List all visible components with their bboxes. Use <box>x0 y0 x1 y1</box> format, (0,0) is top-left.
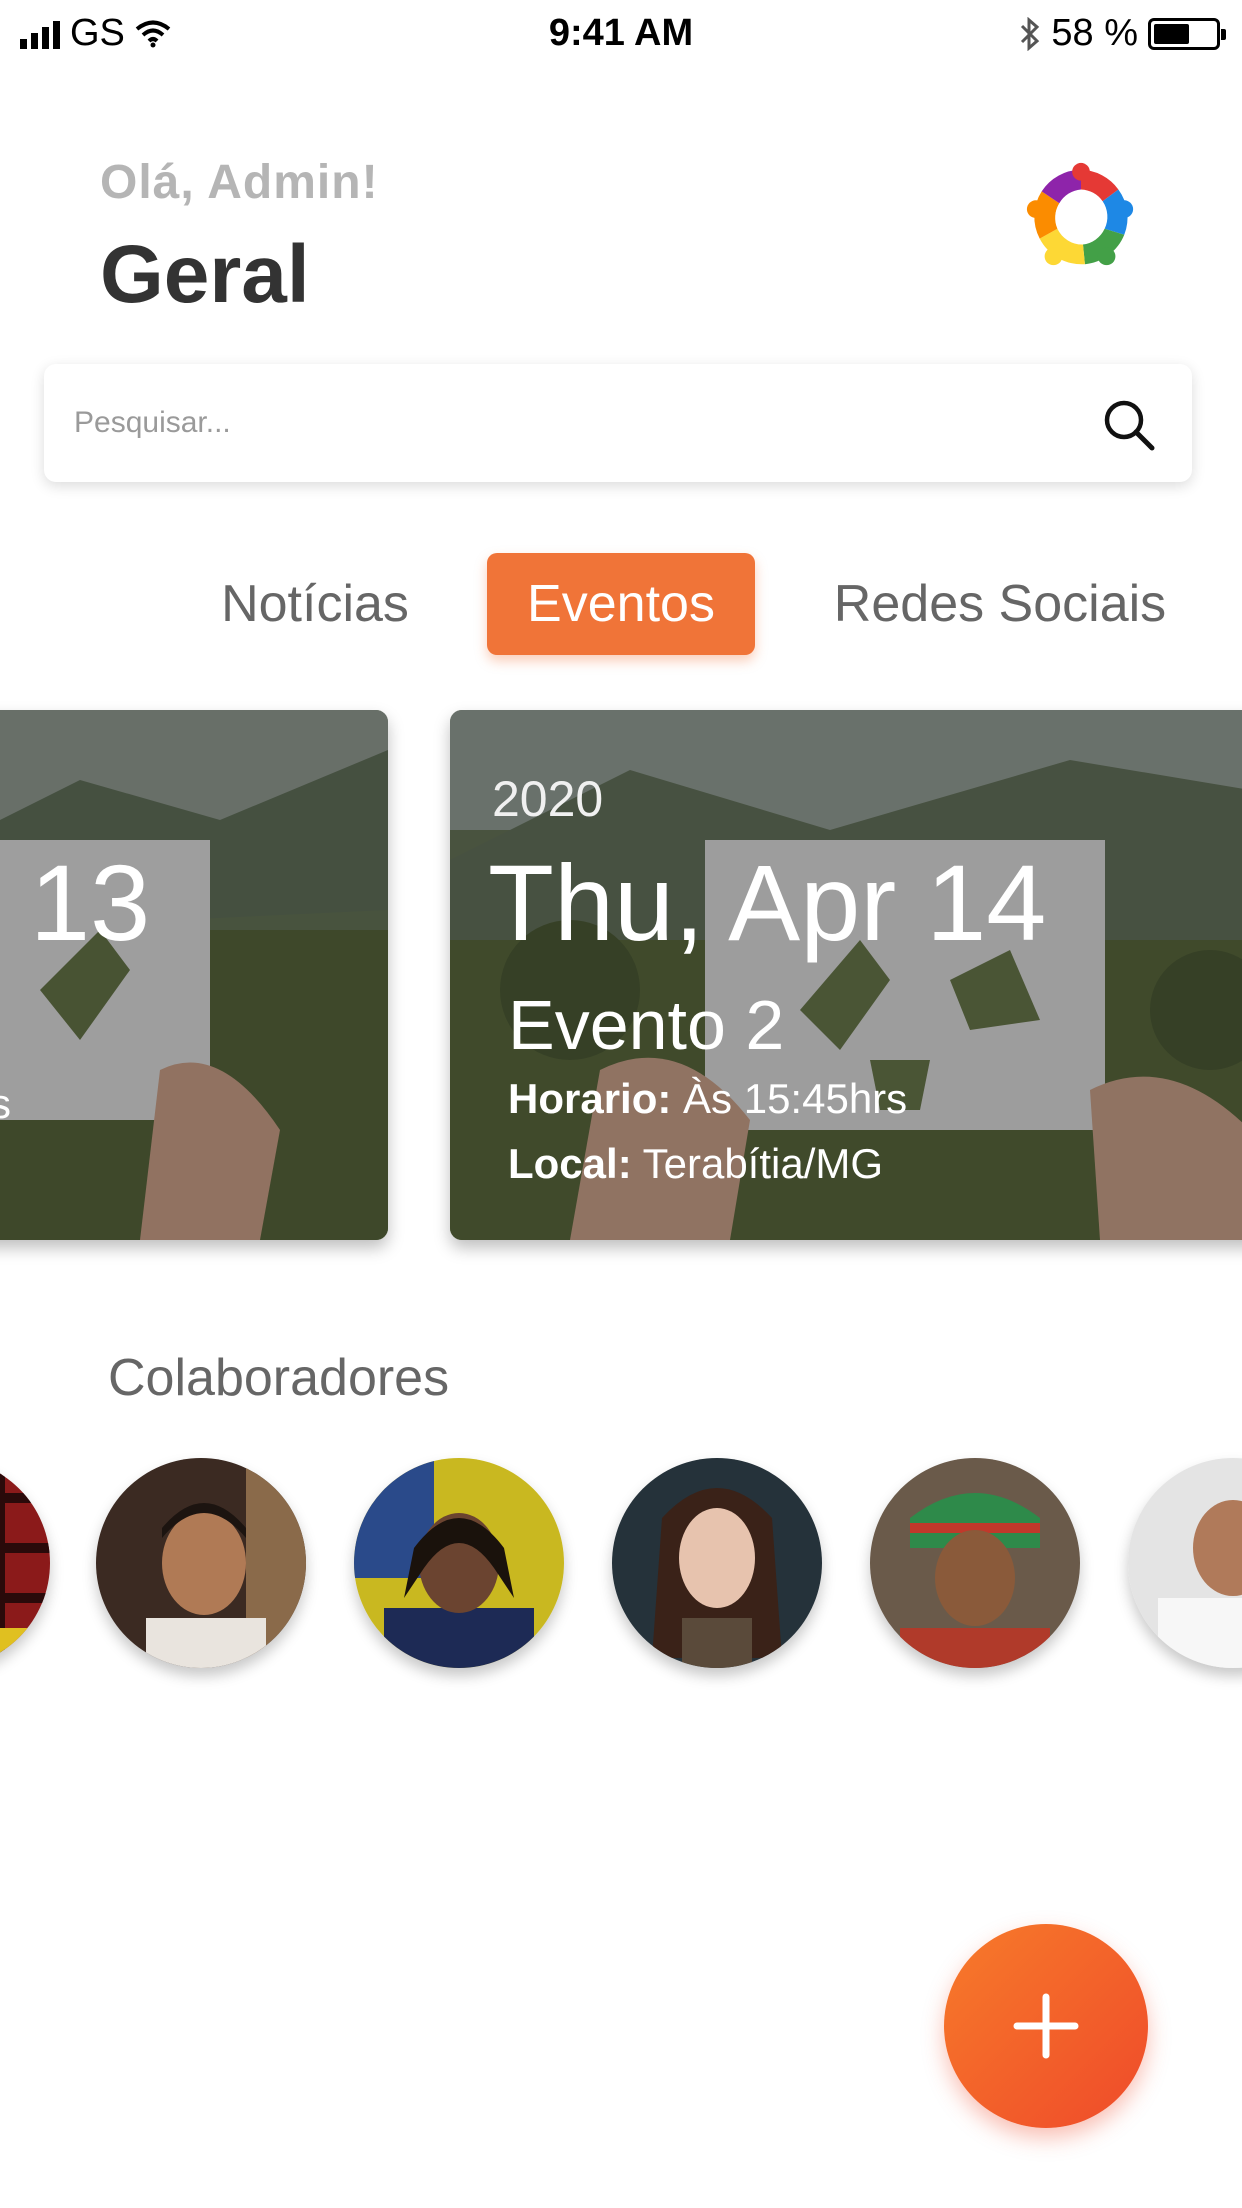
battery-icon <box>1148 17 1226 50</box>
event-name: Evento 2 <box>508 986 785 1064</box>
greeting-text: Olá, Admin! <box>100 156 379 209</box>
event-time-value: Às 15:45hrs <box>683 1075 908 1122</box>
event-subtext-partial: s <box>0 1080 11 1127</box>
avatar-image <box>612 1458 822 1668</box>
collaborator-avatar[interactable] <box>612 1458 822 1668</box>
avatar-image <box>870 1458 1080 1668</box>
event-overlay <box>0 710 388 1240</box>
colorful-people-circle-logo-icon <box>1026 162 1134 266</box>
event-location-value: Terabítia/MG <box>642 1140 884 1187</box>
search-icon[interactable] <box>1102 398 1156 452</box>
avatar-image <box>0 1458 50 1668</box>
battery-percent: 58 % <box>1051 12 1138 54</box>
collaborator-avatar[interactable] <box>1128 1458 1242 1668</box>
plus-icon <box>1013 1993 1079 2059</box>
bluetooth-icon <box>1021 16 1040 51</box>
event-card-previous[interactable]: 13 s <box>0 710 388 1240</box>
search-input[interactable] <box>74 364 1074 482</box>
collaborators-title: Colaboradores <box>108 1349 450 1407</box>
status-bar: GS 9:41 AM 58 % <box>0 0 1242 70</box>
event-time-label: Horario: <box>508 1075 672 1122</box>
status-right: 58 % <box>1019 12 1226 55</box>
app-screen: GS 9:41 AM 58 % Olá, Admin! Geral Pesqui… <box>0 0 1242 2208</box>
collaborator-avatar[interactable] <box>870 1458 1080 1668</box>
event-date-partial: 13 <box>30 842 151 963</box>
event-year: 2020 <box>492 771 604 827</box>
collaborator-avatar[interactable] <box>96 1458 306 1668</box>
collaborator-avatar[interactable] <box>354 1458 564 1668</box>
tab-eventos[interactable]: Eventos <box>487 553 755 655</box>
avatar-image <box>1128 1458 1242 1668</box>
event-time: Horario: Às 15:45hrs <box>508 1075 907 1123</box>
tab-redes-sociais[interactable]: Redes Sociais <box>805 553 1195 655</box>
event-card-current[interactable]: 2020 Thu, Apr 14 Evento 2 Horario: Às 15… <box>450 710 1242 1240</box>
battery-fill <box>1154 23 1189 44</box>
avatar-image <box>354 1458 564 1668</box>
collaborator-avatar[interactable] <box>0 1458 50 1668</box>
avatar-image <box>96 1458 306 1668</box>
add-button[interactable] <box>944 1924 1148 2128</box>
search-bar <box>44 364 1192 482</box>
event-location: Local: Terabítia/MG <box>508 1140 883 1188</box>
event-date: Thu, Apr 14 <box>488 842 1047 963</box>
event-location-label: Local: <box>508 1140 632 1187</box>
tab-noticias[interactable]: Notícias <box>180 553 450 655</box>
page-title: Geral <box>100 229 310 320</box>
